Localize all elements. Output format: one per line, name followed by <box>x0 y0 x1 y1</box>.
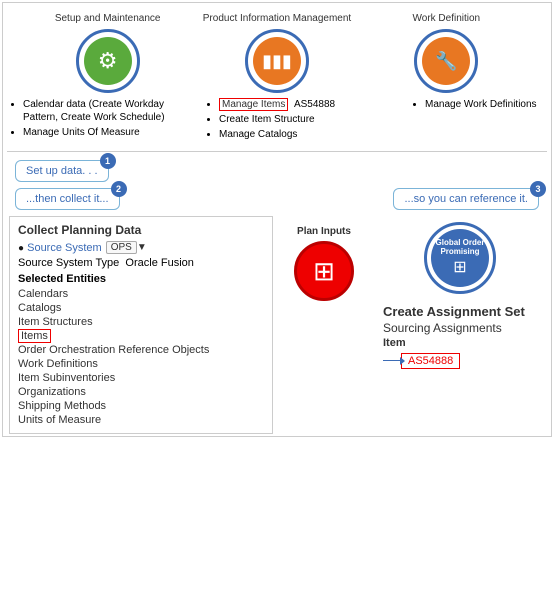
bullet-units: Manage Units Of Measure <box>23 126 171 139</box>
module-pim-title: Product Information Management <box>203 13 351 25</box>
module-workdef-title: Work Definition <box>413 13 481 25</box>
step1-bubble: Set up data. . . 1 <box>15 160 109 182</box>
step3-label: ...so you can reference it. <box>404 193 528 205</box>
plan-inputs-label: Plan Inputs <box>297 226 351 237</box>
step2-label: ...then collect it... <box>26 193 109 205</box>
step2-badge: 2 <box>111 181 127 197</box>
entity-catalogs: Catalogs <box>18 301 264 315</box>
entity-calendars: Calendars <box>18 287 264 301</box>
entity-work-definitions: Work Definitions <box>18 357 264 371</box>
gop-circle-title: Global OrderPromising <box>436 239 485 257</box>
selected-entities-label: Selected Entities <box>18 273 264 285</box>
source-system-label: ● Source System <box>18 242 102 254</box>
module-pim-icon-bg: ▮▮▮ <box>253 37 301 85</box>
module-setup-title: Setup and Maintenance <box>55 13 161 25</box>
entity-item-structures: Item Structures <box>18 315 264 329</box>
bullet-calendar: Calendar data (Create Workday Pattern, C… <box>23 98 171 124</box>
gop-outer-circle: Global OrderPromising ⊞ <box>424 222 496 294</box>
entity-items[interactable]: Items <box>18 329 51 343</box>
calendar-grid-icon: ⊞ <box>453 257 466 277</box>
entity-item-subinventories: Item Subinventories <box>18 371 264 385</box>
step3-badge: 3 <box>530 181 546 197</box>
bullets-col2: Manage Items AS54888 Create Item Structu… <box>207 98 377 143</box>
step2-row: ...then collect it... 2 ...so you can re… <box>3 186 551 212</box>
bullets-col3: Manage Work Definitions <box>413 98 543 143</box>
bullet-item-structure: Create Item Structure <box>219 113 377 126</box>
bottom-main: Collect Planning Data ● Source System OP… <box>3 214 551 436</box>
module-workdef-icon-bg: 🔧 <box>422 37 470 85</box>
gop-sourcing-label: Sourcing Assignments <box>383 321 525 335</box>
entity-ooro: Order Orchestration Reference Objects <box>18 343 264 357</box>
module-workdef-circle: 🔧 <box>414 29 478 93</box>
step1-label: Set up data. . . <box>26 165 98 177</box>
plan-inputs-circle: ⊞ <box>294 241 354 301</box>
gop-item-label: Item <box>383 337 525 349</box>
gop-inner-circle: Global OrderPromising ⊞ <box>431 229 489 287</box>
source-system-row: ● Source System OPS ▼ <box>18 241 264 254</box>
step2-bubble: ...then collect it... 2 <box>15 188 120 210</box>
module-setup-circle: ⚙ <box>76 29 140 93</box>
bullet-work-def: Manage Work Definitions <box>425 98 543 111</box>
gop-create-label: Create Assignment Set <box>383 304 525 319</box>
gop-item-value: AS54888 <box>401 353 460 369</box>
arrow-row: AS54888 <box>383 351 525 369</box>
collect-panel: Collect Planning Data ● Source System OP… <box>9 216 273 434</box>
module-setup: Setup and Maintenance ⚙ <box>33 13 183 93</box>
step1-row: Set up data. . . 1 <box>3 156 551 186</box>
collect-title: Collect Planning Data <box>18 223 264 237</box>
step3-bubble: ...so you can reference it. 3 <box>393 188 539 210</box>
step1-badge: 1 <box>100 153 116 169</box>
bullet-catalogs: Manage Catalogs <box>219 128 377 141</box>
arrow-line <box>383 360 401 361</box>
select-arrow-icon: ▼ <box>137 242 147 253</box>
manage-items-badge: Manage Items <box>219 98 288 111</box>
source-system-select[interactable]: OPS <box>106 241 137 254</box>
barcode-icon: ▮▮▮ <box>262 51 292 72</box>
entity-shipping-methods: Shipping Methods <box>18 399 264 413</box>
modules-row: Setup and Maintenance ⚙ Product Informat… <box>3 3 551 98</box>
plan-inputs-icon: ⊞ <box>313 256 335 287</box>
gear-icon: ⚙ <box>98 48 118 74</box>
bullets-area: Calendar data (Create Workday Pattern, C… <box>3 98 551 147</box>
gop-details: Create Assignment Set Sourcing Assignmen… <box>383 304 525 369</box>
gop-panel: Global OrderPromising ⊞ Create Assignmen… <box>375 216 545 434</box>
bullets-col1: Calendar data (Create Workday Pattern, C… <box>11 98 171 143</box>
module-setup-icon-bg: ⚙ <box>84 37 132 85</box>
entity-list: Calendars Catalogs Item Structures Items… <box>18 287 264 427</box>
source-type-row: Source System Type Oracle Fusion <box>18 257 264 269</box>
bullet-manage-items: Manage Items AS54888 <box>219 98 377 111</box>
entity-units-of-measure: Units of Measure <box>18 413 264 427</box>
gop-circle-wrap: Global OrderPromising ⊞ <box>383 222 537 294</box>
module-pim-circle: ▮▮▮ <box>245 29 309 93</box>
plan-inputs-area: Plan Inputs ⊞ <box>279 216 369 434</box>
module-workdef: Work Definition 🔧 <box>371 13 521 93</box>
module-pim: Product Information Management ▮▮▮ <box>202 13 352 93</box>
entity-organizations: Organizations <box>18 385 264 399</box>
wrench-icon: 🔧 <box>435 51 457 72</box>
as54888-top: AS54888 <box>294 99 335 110</box>
